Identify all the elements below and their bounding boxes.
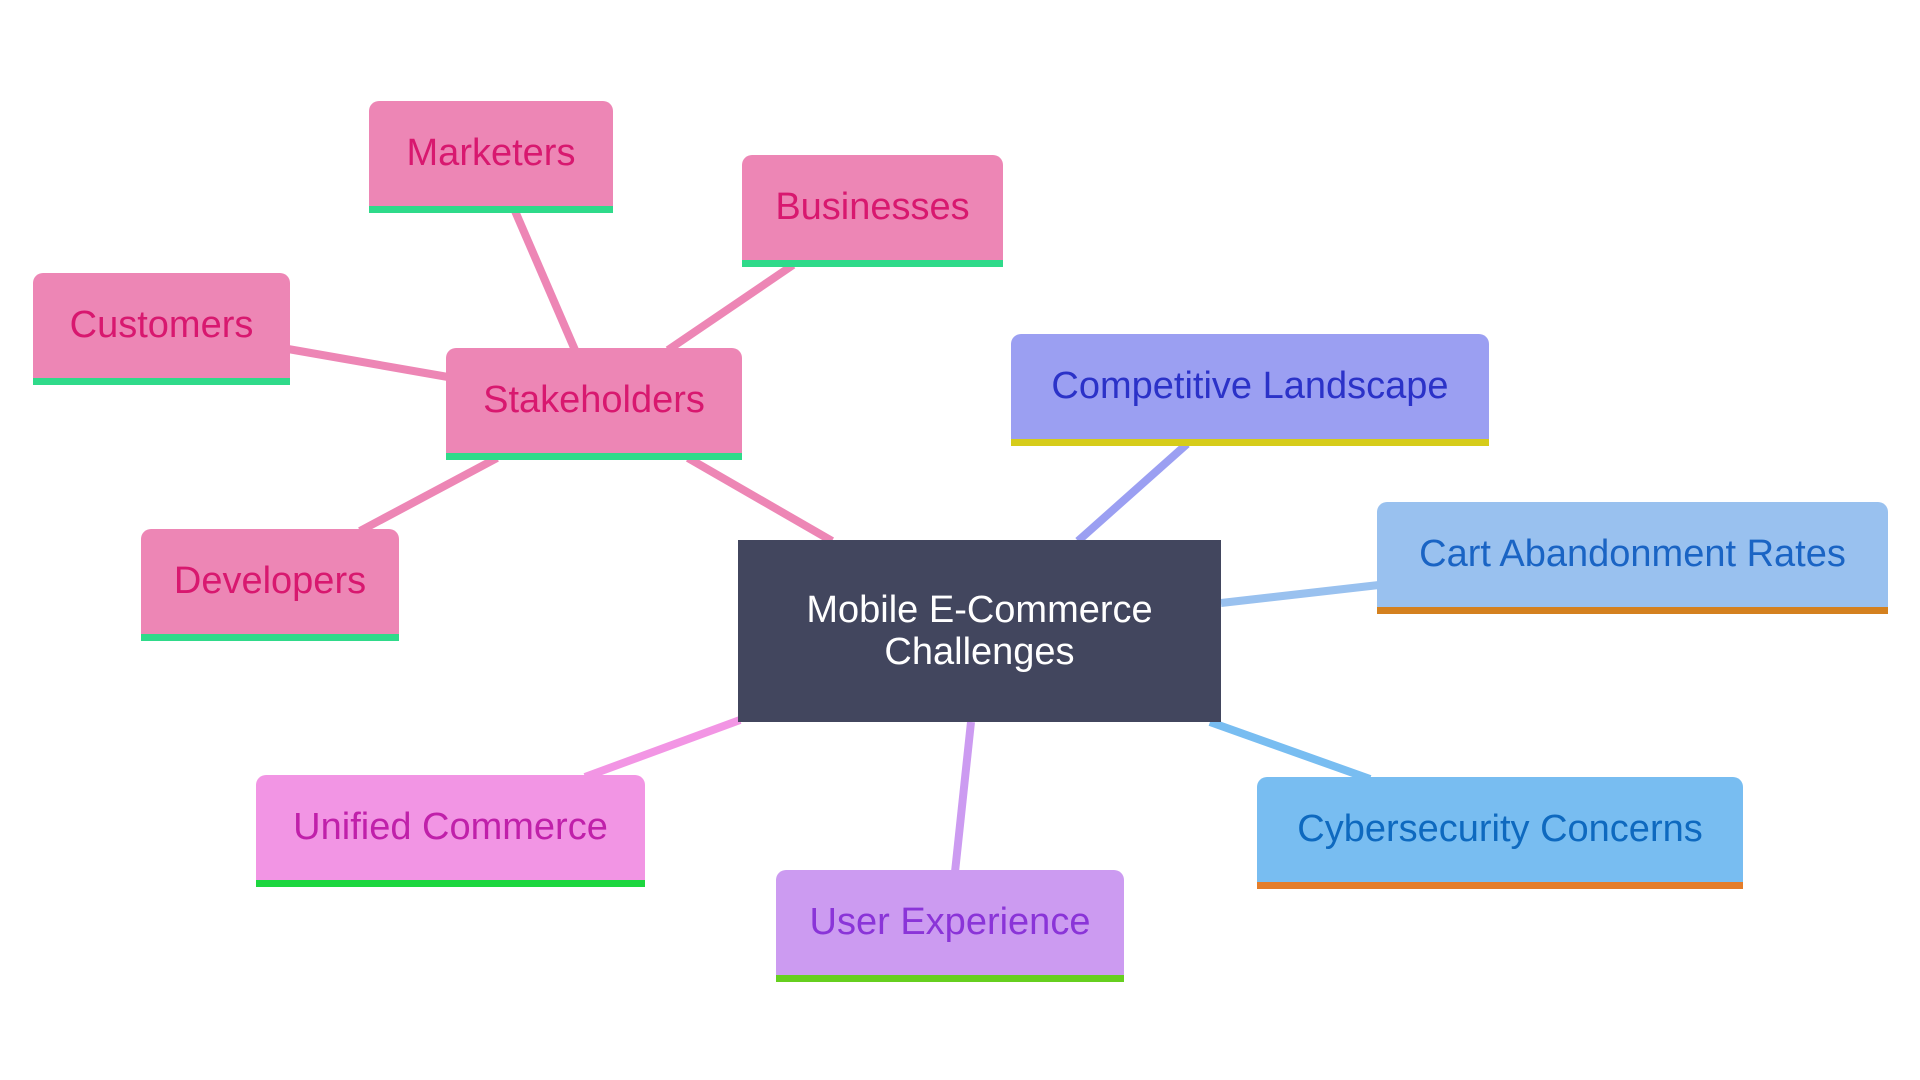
node-accent-bar [369, 206, 613, 213]
node-accent-bar [1257, 882, 1743, 889]
node-label: Unified Commerce [293, 806, 608, 848]
edge-stakeholders-marketers [511, 209, 579, 352]
node-developers[interactable]: Developers [141, 529, 399, 641]
root-node-label: Mobile E-Commerce Challenges [806, 589, 1153, 673]
node-accent-bar [33, 378, 290, 385]
edge-stakeholders-businesses [665, 261, 796, 354]
edge-root-ux [951, 721, 975, 873]
node-accent-bar [446, 453, 742, 460]
node-customers[interactable]: Customers [33, 273, 290, 385]
node-label: Businesses [775, 186, 970, 228]
edge-stakeholders-customers [287, 345, 449, 381]
edge-root-cart [1220, 581, 1380, 607]
node-label: Cybersecurity Concerns [1297, 808, 1703, 850]
root-node[interactable]: Mobile E-Commerce Challenges [738, 540, 1221, 722]
node-label: Customers [69, 304, 254, 346]
node-label: Developers [173, 560, 367, 602]
node-businesses[interactable]: Businesses [742, 155, 1003, 267]
node-accent-bar [742, 260, 1003, 267]
node-user-experience[interactable]: User Experience [776, 870, 1124, 982]
node-label: Cart Abandonment Rates [1419, 533, 1846, 575]
node-competitive-landscape[interactable]: Competitive Landscape [1011, 334, 1489, 446]
node-stakeholders[interactable]: Stakeholders [446, 348, 742, 460]
edge-root-unified [583, 716, 742, 781]
node-cart-abandonment-rates[interactable]: Cart Abandonment Rates [1377, 502, 1888, 614]
node-label: User Experience [809, 901, 1091, 943]
edge-stakeholders-developers [358, 454, 499, 535]
node-accent-bar [1377, 607, 1888, 614]
edge-root-cyber [1208, 718, 1372, 783]
node-marketers[interactable]: Marketers [369, 101, 613, 213]
node-accent-bar [141, 634, 399, 641]
node-accent-bar [776, 975, 1124, 982]
edge-root-stakeholders [686, 454, 834, 545]
node-label: Competitive Landscape [1051, 365, 1449, 407]
edge-root-competitive [1075, 441, 1190, 544]
node-accent-bar [1011, 439, 1489, 446]
node-cybersecurity-concerns[interactable]: Cybersecurity Concerns [1257, 777, 1743, 889]
node-label: Stakeholders [483, 379, 705, 421]
node-accent-bar [256, 880, 645, 887]
node-unified-commerce[interactable]: Unified Commerce [256, 775, 645, 887]
node-label: Marketers [406, 132, 576, 174]
